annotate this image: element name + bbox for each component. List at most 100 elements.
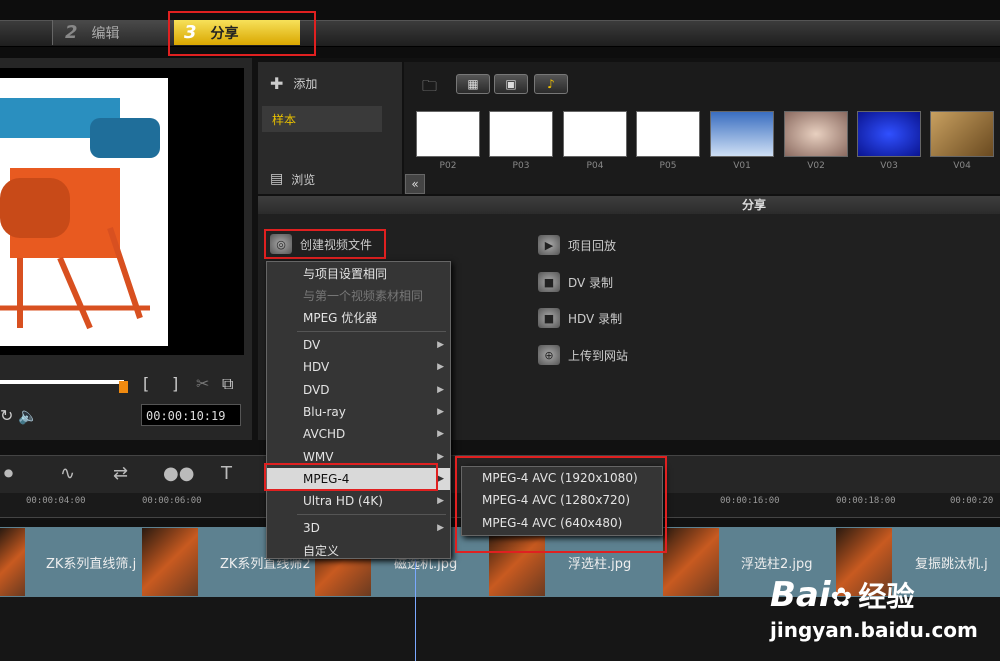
menu-item-label: DV: [303, 338, 321, 353]
step-edit-label: 编辑: [91, 25, 120, 42]
folder-icon[interactable]: 🗀: [422, 76, 437, 101]
submenu-arrow-icon: ▶: [437, 406, 444, 417]
library-nav: ✚ 添加 样本 ▤ 浏览: [258, 62, 402, 194]
baidu-brand: Bai: [770, 575, 831, 615]
timecode-field[interactable]: 00:00:10:19: [141, 404, 241, 426]
menu-item-same-as-project[interactable]: 与项目设置相同: [267, 262, 450, 284]
repeat-icon[interactable]: ↻: [0, 406, 13, 425]
copy-icon[interactable]: ⧉: [222, 374, 233, 394]
filter-video-button[interactable]: ▦: [456, 74, 490, 94]
thumbnail-p02[interactable]: [416, 111, 480, 157]
preview-scrubber-track[interactable]: [0, 380, 124, 384]
highlight-mpeg4: [264, 463, 438, 491]
audio-wave-icon[interactable]: ∿: [60, 463, 75, 484]
menu-item-avchd[interactable]: AVCHD ▶: [267, 423, 450, 445]
preview-scrubber-handle[interactable]: [119, 381, 128, 393]
collapse-library-icon[interactable]: «: [405, 174, 425, 194]
thumbnail-v04[interactable]: [930, 111, 994, 157]
submenu-arrow-icon: ▶: [437, 340, 444, 351]
menu-item-hdv[interactable]: HDV ▶: [267, 356, 450, 378]
hdv-record-button[interactable]: ■ HDV 录制: [538, 308, 622, 328]
hdv-record-label: HDV 录制: [568, 311, 623, 326]
step-edit-tab[interactable]: 2 编辑: [52, 20, 184, 45]
music-icon: ♪: [547, 77, 555, 91]
submenu-arrow-icon: ▶: [437, 362, 444, 373]
dv-record-button[interactable]: ■ DV 录制: [538, 272, 613, 292]
browse-item[interactable]: ▤ 浏览: [258, 166, 402, 192]
browse-label: 浏览: [291, 172, 316, 187]
add-folder-item[interactable]: ✚ 添加: [258, 70, 402, 96]
swap-icon[interactable]: ⇄: [113, 463, 128, 484]
filter-audio-button[interactable]: ♪: [534, 74, 568, 94]
camcorder-icon: ■: [538, 308, 560, 328]
clip-label: 浮选柱.jpg: [568, 557, 632, 572]
project-playback-button[interactable]: ▶ 项目回放: [538, 235, 616, 255]
playback-icon: ▶: [538, 235, 560, 255]
highlight-create-video: [264, 229, 386, 259]
thumbnail-p03[interactable]: [489, 111, 553, 157]
project-playback-label: 项目回放: [568, 238, 617, 253]
thumbnail-v01[interactable]: [710, 111, 774, 157]
menu-item-label: AVCHD: [303, 427, 346, 442]
menu-item-dv[interactable]: DV ▶: [267, 334, 450, 356]
menu-item-bluray[interactable]: Blu-ray ▶: [267, 401, 450, 423]
highlight-share-tab: [168, 11, 316, 56]
filter-photo-button[interactable]: ▣: [494, 74, 528, 94]
menu-item-same-as-first-clip: 与第一个视频素材相同: [267, 284, 450, 306]
menu-item-3d[interactable]: 3D ▶: [267, 517, 450, 539]
thumbnail-label: P03: [512, 161, 530, 171]
thumbnail-label: V02: [807, 161, 825, 171]
thumbnail-p05[interactable]: [636, 111, 700, 157]
sample-folder-label: 样本: [272, 112, 297, 127]
clip-label: ZK系列直线筛.j: [46, 557, 137, 572]
menu-item-label: 自定义: [303, 544, 340, 559]
upload-web-button[interactable]: ⊕ 上传到网站: [538, 345, 628, 365]
menu-item-label: MPEG 优化器: [303, 311, 378, 326]
thumbnail-label: P05: [659, 161, 677, 171]
machine-illustration: [0, 98, 160, 330]
scissors-icon[interactable]: ✂: [196, 374, 209, 393]
mark-out-icon[interactable]: ]: [172, 374, 178, 393]
sample-folder-item[interactable]: 样本: [262, 106, 382, 132]
share-panel-title: 分享: [258, 196, 1000, 214]
thumbnail-label: V03: [880, 161, 898, 171]
thumbnail-p04[interactable]: [563, 111, 627, 157]
thumbnail-v03[interactable]: [857, 111, 921, 157]
ruler-tick: 00:00:18:00: [836, 496, 896, 506]
thumbnail-v02[interactable]: [784, 111, 848, 157]
dv-record-label: DV 录制: [568, 275, 614, 290]
submenu-arrow-icon: ▶: [437, 496, 444, 507]
menu-item-label: Blu-ray: [303, 404, 346, 419]
menu-item-mpeg-optimizer[interactable]: MPEG 优化器: [267, 307, 450, 329]
camcorder-icon: ■: [538, 272, 560, 292]
highlight-mpeg4-submenu: [455, 456, 667, 553]
watermark-url: jingyan.baidu.com: [770, 618, 978, 642]
photo-icon: ▣: [505, 77, 517, 91]
mark-in-icon[interactable]: [: [143, 374, 149, 393]
menu-item-label: 与项目设置相同: [303, 266, 388, 281]
volume-icon[interactable]: 🔈: [18, 406, 38, 425]
create-video-menu: 与项目设置相同 与第一个视频素材相同 MPEG 优化器 DV ▶ HDV ▶ DVD…: [266, 261, 451, 559]
menu-item-custom[interactable]: 自定义: [267, 540, 450, 562]
film-icon: ▦: [467, 77, 479, 91]
menu-item-ultra-hd[interactable]: Ultra HD (4K) ▶: [267, 490, 450, 512]
thumbnail-label: P04: [586, 161, 604, 171]
baidu-brand-2: 经验: [858, 580, 915, 613]
add-folder-label: 添加: [293, 76, 318, 91]
paw-icon: ✿: [830, 583, 853, 613]
clip-thumbnail[interactable]: [142, 528, 198, 596]
menu-item-label: 与第一个视频素材相同: [303, 288, 424, 303]
globe-icon: ⊕: [538, 345, 560, 365]
record-icon[interactable]: ⏺: [4, 463, 13, 484]
baidu-logo-text: Bai✿ 经验: [770, 575, 914, 615]
clip-label: 浮选柱2.jpg: [741, 557, 813, 572]
menu-separator: [297, 514, 446, 516]
clip-thumbnail[interactable]: [663, 528, 719, 596]
ruler-tick: 00:00:04:00: [26, 496, 86, 506]
menu-item-label: WMV: [303, 449, 334, 464]
motion-icon[interactable]: ●●: [163, 463, 194, 484]
menu-item-dvd[interactable]: DVD ▶: [267, 378, 450, 400]
menu-item-label: HDV: [303, 360, 330, 375]
title-icon[interactable]: T: [221, 463, 232, 484]
clip-thumbnail[interactable]: [0, 528, 25, 596]
